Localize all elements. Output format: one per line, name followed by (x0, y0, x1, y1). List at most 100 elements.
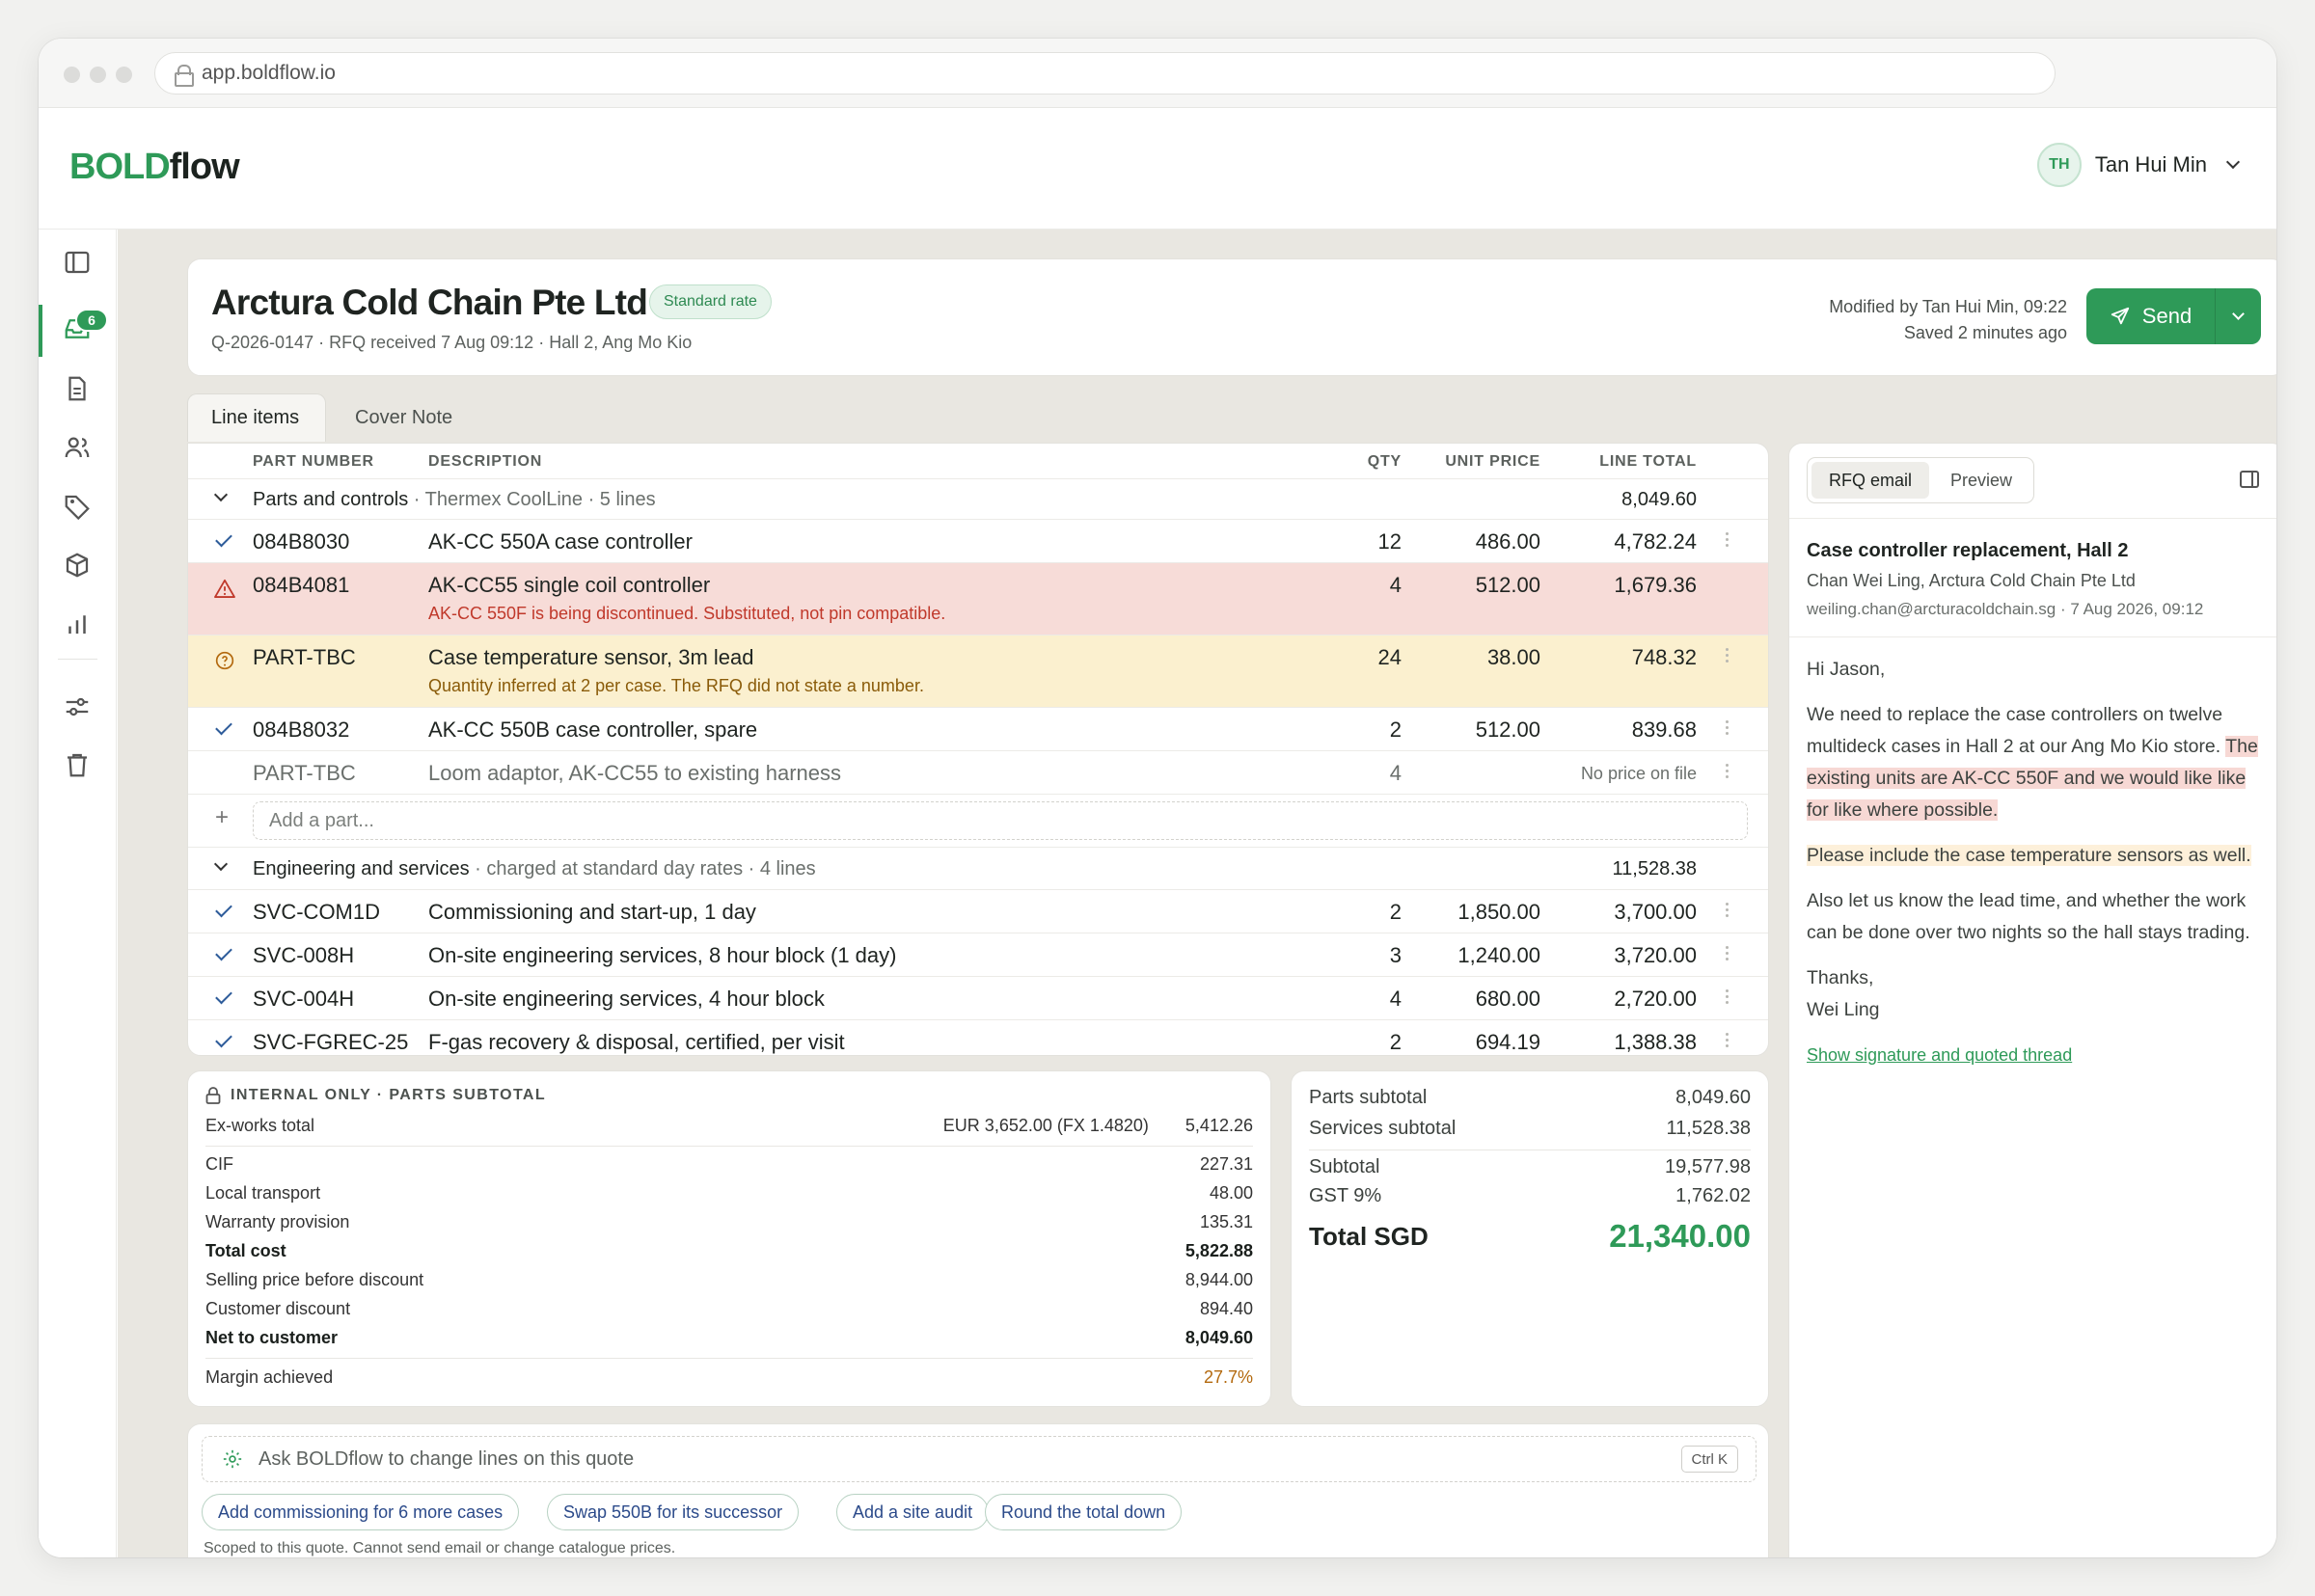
col-description[interactable]: DESCRIPTION (428, 453, 542, 471)
row-menu-icon[interactable] (1726, 987, 1729, 1007)
window-minimize-dot[interactable] (90, 67, 106, 83)
settings-sliders-icon[interactable] (63, 692, 92, 721)
add-part-input[interactable]: Add a part... (253, 801, 1748, 840)
unit-price: 680.00 (1475, 987, 1540, 1011)
exworks-value: 5,412.26 (1185, 1116, 1253, 1135)
chevron-down-icon (2225, 154, 2241, 170)
row-menu-icon[interactable] (1726, 645, 1729, 665)
qty[interactable]: 4 (1390, 573, 1402, 598)
sidebar-toggle-icon[interactable] (63, 248, 92, 277)
qty[interactable]: 12 (1378, 529, 1402, 555)
plus-icon[interactable]: + (215, 804, 229, 831)
qty[interactable]: 2 (1390, 1030, 1402, 1055)
package-icon[interactable] (63, 551, 92, 580)
trash-icon[interactable] (63, 750, 92, 779)
group-row-parts[interactable]: Parts and controls · Thermex CoolLine · … (188, 479, 1768, 520)
qty[interactable]: 4 (1390, 761, 1402, 786)
qty[interactable]: 2 (1390, 900, 1402, 925)
analytics-icon[interactable] (63, 609, 92, 638)
tag-icon[interactable] (63, 492, 92, 521)
group-row-services[interactable]: Engineering and services · charged at st… (188, 848, 1768, 890)
row-menu-icon[interactable] (1726, 761, 1729, 781)
document-icon[interactable] (63, 374, 92, 403)
line-total: 2,720.00 (1614, 987, 1697, 1011)
quote-header: Arctura Cold Chain Pte Ltd Standard rate… (187, 258, 2276, 376)
row-menu-icon[interactable] (1726, 529, 1729, 550)
table-row[interactable]: SVC-COM1D Commissioning and start-up, 1 … (188, 890, 1768, 933)
address-bar[interactable]: app.boldflow.io (154, 52, 2056, 95)
margin-label: Margin achieved (205, 1367, 334, 1387)
chevron-down-icon[interactable] (213, 856, 229, 872)
assistant-input[interactable]: Ask BOLDflow to change lines on this quo… (202, 1436, 1757, 1482)
logo-bold: BOLD (69, 147, 171, 187)
row-menu-icon[interactable] (1726, 1030, 1729, 1050)
tab-line-items[interactable]: Line items (187, 393, 326, 442)
group-name: Engineering and services (253, 858, 470, 879)
tab-rfq-email[interactable]: RFQ email (1811, 462, 1930, 499)
email-address: weiling.chan@arcturacoldchain.sg · 7 Aug… (1807, 600, 2204, 618)
row-menu-icon[interactable] (1726, 717, 1729, 738)
row-menu-icon[interactable] (1726, 900, 1729, 920)
suggestion-chip[interactable]: Add commissioning for 6 more cases (202, 1494, 520, 1530)
table-row[interactable]: 084B8032 AK-CC 550B case controller, spa… (188, 708, 1768, 751)
tab-cover-note[interactable]: Cover Note (332, 393, 476, 442)
cost-row-total-cost: Total cost 5,822.88 (205, 1241, 1253, 1260)
send-button[interactable]: Send (2086, 288, 2215, 344)
suggestion-chip[interactable]: Round the total down (985, 1494, 1183, 1530)
margin-value: 27.7% (1203, 1367, 1253, 1387)
qty[interactable]: 24 (1378, 645, 1402, 670)
line-total: 839.68 (1631, 717, 1697, 742)
part-number: PART-TBC (253, 645, 356, 669)
boldflow-logo[interactable]: BOLDflow (69, 147, 240, 188)
margin-row: Margin achieved 27.7% (205, 1367, 1253, 1388)
suggestion-chip[interactable]: Add a site audit (836, 1494, 990, 1530)
email-text: We need to replace the case controllers … (1807, 704, 2226, 757)
check-icon (215, 529, 232, 548)
send-options-button[interactable] (2215, 288, 2261, 344)
inbox-count-badge: 6 (75, 309, 108, 332)
quote-subline: Q-2026-0147 · RFQ received 7 Aug 09:12 ·… (211, 333, 693, 352)
row-menu-icon[interactable] (1726, 943, 1729, 963)
qty[interactable]: 2 (1390, 717, 1402, 743)
email-signoff: Thanks, (1807, 967, 1874, 988)
chevron-down-icon[interactable] (213, 487, 229, 502)
qty[interactable]: 3 (1390, 943, 1402, 968)
email-signature: Wei Ling (1807, 999, 1880, 1020)
table-row[interactable]: SVC-FGREC-25 F-gas recovery & disposal, … (188, 1020, 1768, 1055)
qty[interactable]: 4 (1390, 987, 1402, 1012)
table-row[interactable]: SVC-008H On-site engineering services, 8… (188, 933, 1768, 977)
col-line-total[interactable]: LINE TOTAL (1599, 453, 1697, 471)
unit-price: 1,240.00 (1457, 943, 1540, 967)
save-status: Modified by Tan Hui Min, 09:22 Saved 2 m… (1829, 294, 2067, 346)
description: On-site engineering services, 4 hour blo… (428, 987, 825, 1011)
col-unit-price[interactable]: UNIT PRICE (1445, 453, 1540, 471)
table-row-warning[interactable]: PART-TBC Case temperature sensor, 3m lea… (188, 636, 1768, 708)
check-icon (215, 717, 232, 736)
send-button-group: Send (2086, 288, 2261, 344)
window-close-dot[interactable] (64, 67, 80, 83)
table-row[interactable]: SVC-004H On-site engineering services, 4… (188, 977, 1768, 1020)
tab-preview[interactable]: Preview (1933, 462, 2029, 499)
customers-icon[interactable] (63, 433, 92, 462)
part-number: SVC-004H (253, 987, 355, 1011)
email-paragraph: We need to replace the case controllers … (1807, 699, 2263, 826)
browser-chrome: app.boldflow.io (39, 39, 2276, 108)
collapse-panel-icon[interactable] (2240, 471, 2259, 488)
table-row-unpriced[interactable]: PART-TBC Loom adaptor, AK-CC55 to existi… (188, 751, 1768, 795)
part-number: PART-TBC (253, 761, 356, 785)
col-qty[interactable]: QTY (1368, 453, 1402, 471)
line-items-table: PART NUMBER DESCRIPTION QTY UNIT PRICE L… (187, 443, 1769, 1056)
col-part-number[interactable]: PART NUMBER (253, 453, 374, 471)
keyboard-shortcut: Ctrl K (1680, 1446, 1738, 1473)
left-nav-rail: 6 (39, 230, 117, 1557)
table-row[interactable]: 084B8030 AK-CC 550A case controller 12 4… (188, 520, 1768, 563)
user-menu[interactable]: TH Tan Hui Min (2036, 143, 2241, 187)
table-row-error[interactable]: 084B4081 AK-CC55 single coil controller … (188, 563, 1768, 636)
email-subject: Case controller replacement, Hall 2 (1807, 540, 2129, 561)
email-highlight-warning[interactable]: Please include the case temperature sens… (1807, 845, 2251, 866)
send-label: Send (2141, 304, 2192, 328)
logo-flow: flow (169, 147, 240, 187)
window-maximize-dot[interactable] (116, 67, 132, 83)
show-thread-link[interactable]: Show signature and quoted thread (1807, 1045, 2072, 1065)
suggestion-chip[interactable]: Swap 550B for its successor (547, 1494, 800, 1530)
